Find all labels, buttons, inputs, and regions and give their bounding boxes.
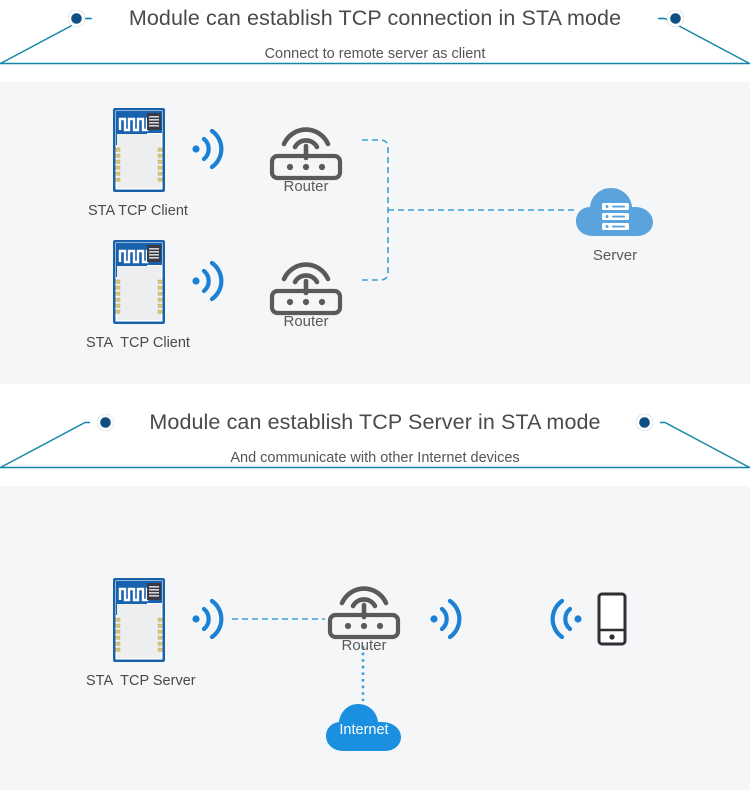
router-icon-3 [324,569,404,640]
internet-label: Internet [339,722,389,738]
section-2-subtitle-text: And communicate with other Internet devi… [217,450,533,466]
section-2-panel: STA TCP Server Router Internet [0,486,750,790]
wifi-signal-icon-2 [191,259,225,303]
server-label: Server [592,247,638,264]
internet-cloud-icon: Internet [325,701,403,753]
router-3-label: Router [341,637,387,654]
wifi-module-icon-3 [113,578,165,662]
router-1-label: Router [283,178,329,195]
diagram-stage: Module can establish TCP connection in S… [0,0,750,805]
module-2-label: STA TCP Client [86,335,190,351]
section-2-subtitle: And communicate with other Internet devi… [0,447,750,469]
wifi-module-icon-1 [113,108,165,192]
section-1-title: Module can establish TCP connection in S… [128,6,622,30]
module-3-label: STA TCP Server [86,673,196,689]
smartphone-icon [597,592,627,646]
wifi-signal-icon-5 [549,597,583,641]
wifi-signal-icon-4 [429,597,463,641]
module-1-label: STA TCP Client [88,203,188,219]
wifi-signal-icon-3 [191,597,225,641]
router-icon-1 [266,110,346,181]
wifi-signal-icon-1 [191,127,225,171]
wifi-module-icon-2 [113,240,165,324]
server-cloud-icon [575,183,655,239]
section-1-subtitle: Connect to remote server as client [0,43,750,65]
section-2-title: Module can establish TCP Server in STA m… [149,410,601,434]
section-1-header: Module can establish TCP connection in S… [0,0,750,82]
router-2-label: Router [283,313,329,330]
section-1-subtitle-text: Connect to remote server as client [251,46,499,62]
router-icon-2 [266,245,346,316]
section-2-header: Module can establish TCP Server in STA m… [0,404,750,486]
section-1-panel: STA TCP Client Router STA TCP Client Rou… [0,82,750,384]
